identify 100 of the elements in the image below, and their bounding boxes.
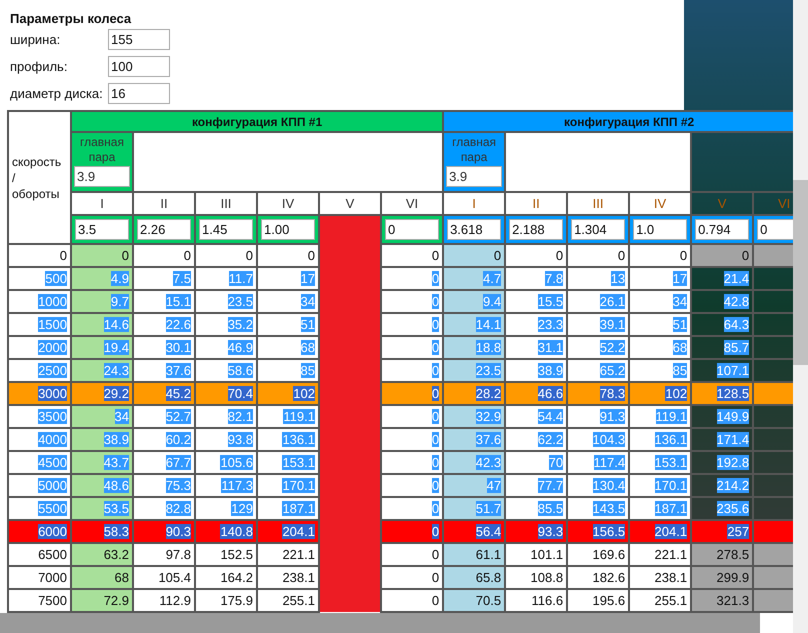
table-cell: 70.5 [443, 589, 506, 612]
table-cell: 119.1 [257, 405, 319, 428]
input-field[interactable]: 1.304 [571, 219, 626, 240]
input-field[interactable]: 3.9 [446, 166, 502, 187]
column-header: I [443, 192, 506, 215]
table-cell: 6500 [8, 543, 71, 566]
table-cell: 62.2 [505, 428, 568, 451]
input-field[interactable]: 1.45 [199, 219, 253, 240]
input-field[interactable]: 0 [757, 219, 793, 240]
field-label: диаметр диска: [10, 84, 104, 103]
table-cell: 187.1 [257, 497, 319, 520]
column-header: IV [257, 192, 319, 215]
table-cell: 0 [381, 290, 444, 313]
table-cell: 77.7 [505, 474, 568, 497]
input-field[interactable]: 0 [385, 219, 440, 240]
table-cell: 136.1 [629, 428, 692, 451]
scrollbar-thumb[interactable] [793, 180, 808, 365]
table-cell: 13 [567, 267, 630, 290]
table-cell: 0 [133, 244, 195, 267]
table-cell: 35.2 [195, 313, 257, 336]
table-cell: 68 [71, 566, 133, 589]
field-label: главная пара [79, 135, 125, 165]
table-cell: 2000 [8, 336, 71, 359]
table-cell: 22.6 [133, 313, 195, 336]
table-cell: 21.4 [691, 267, 754, 290]
table-cell: 238.1 [257, 566, 319, 589]
header-cell: скорость / обороты [8, 111, 71, 244]
input-field[interactable]: 1.00 [261, 219, 315, 240]
table-cell: 0 [381, 336, 444, 359]
table-cell: 255.1 [629, 589, 692, 612]
table-cell: 26.1 [567, 290, 630, 313]
table-cell: 221.1 [257, 543, 319, 566]
table-cell: 238.1 [629, 566, 692, 589]
table-cell: 5500 [8, 497, 71, 520]
table-cell: 30.1 [133, 336, 195, 359]
table-cell: 46.9 [195, 336, 257, 359]
table-cell: 105.6 [195, 451, 257, 474]
table-cell: 9.4 [443, 290, 506, 313]
table-cell: 17 [629, 267, 692, 290]
table-cell: 104.3 [567, 428, 630, 451]
table-cell: 129 [195, 497, 257, 520]
table-cell: 34 [629, 290, 692, 313]
table-cell: 0 [381, 497, 444, 520]
field-label: главная пара [451, 135, 498, 165]
table-cell: 61.1 [443, 543, 506, 566]
table-cell: 149.9 [691, 405, 754, 428]
input-field[interactable]: 1.0 [633, 219, 688, 240]
table-cell: 42.3 [443, 451, 506, 474]
table-cell: 51 [629, 313, 692, 336]
table-cell: 143.5 [567, 497, 630, 520]
table-cell: 15.5 [505, 290, 568, 313]
table-cell: 85 [257, 359, 319, 382]
input-field[interactable]: 2.26 [137, 219, 191, 240]
table-cell: 85 [629, 359, 692, 382]
table-cell: 500 [8, 267, 71, 290]
table-cell: 93.8 [195, 428, 257, 451]
table-cell: 169.6 [567, 543, 630, 566]
table-cell: 39.1 [567, 313, 630, 336]
group-header: конфигурация КПП #2 [443, 111, 793, 132]
table-cell: 0 [505, 244, 568, 267]
table-cell: 1000 [8, 290, 71, 313]
input-field[interactable]: 3.9 [74, 166, 130, 187]
table-cell: 18.8 [443, 336, 506, 359]
table-cell: 107.1 [691, 359, 754, 382]
table-cell: 1500 [8, 313, 71, 336]
input-field[interactable]: 2.188 [509, 219, 564, 240]
table-cell: 117.4 [567, 451, 630, 474]
input-field[interactable]: 3.618 [447, 219, 502, 240]
table-cell: 2500 [8, 359, 71, 382]
table-cell: 53.5 [71, 497, 133, 520]
table-cell: 75.3 [133, 474, 195, 497]
table-cell: 0 [8, 244, 71, 267]
table-cell: 17 [257, 267, 319, 290]
input-field[interactable]: 100 [108, 56, 170, 77]
table-cell: 23.5 [195, 290, 257, 313]
table-cell: 136.1 [257, 428, 319, 451]
input-field[interactable]: 155 [108, 29, 170, 50]
input-field[interactable]: 3.5 [75, 219, 129, 240]
table-cell: 82.1 [195, 405, 257, 428]
table-cell: 101.1 [505, 543, 568, 566]
table-cell: 4000 [8, 428, 71, 451]
table-cell: 19.4 [71, 336, 133, 359]
table-cell: 4.9 [71, 267, 133, 290]
table-cell: 0 [381, 244, 444, 267]
table-cell: 0 [629, 244, 692, 267]
table-cell: 221.1 [629, 543, 692, 566]
table-cell: 195.6 [567, 589, 630, 612]
table-cell: 31.1 [505, 336, 568, 359]
table-cell: 63.2 [71, 543, 133, 566]
group-header: конфигурация КПП #1 [71, 111, 444, 132]
table-cell: 152.5 [195, 543, 257, 566]
table-cell: 72.9 [71, 589, 133, 612]
table-cell: 7000 [8, 566, 71, 589]
input-field[interactable]: 0.794 [695, 219, 750, 240]
table-cell: 170.1 [257, 474, 319, 497]
input-field[interactable]: 16 [108, 83, 170, 104]
table-cell: 68 [257, 336, 319, 359]
table-cell: 299.9 [691, 566, 754, 589]
table-cell: 70 [505, 451, 568, 474]
scrollbar[interactable] [793, 0, 808, 633]
